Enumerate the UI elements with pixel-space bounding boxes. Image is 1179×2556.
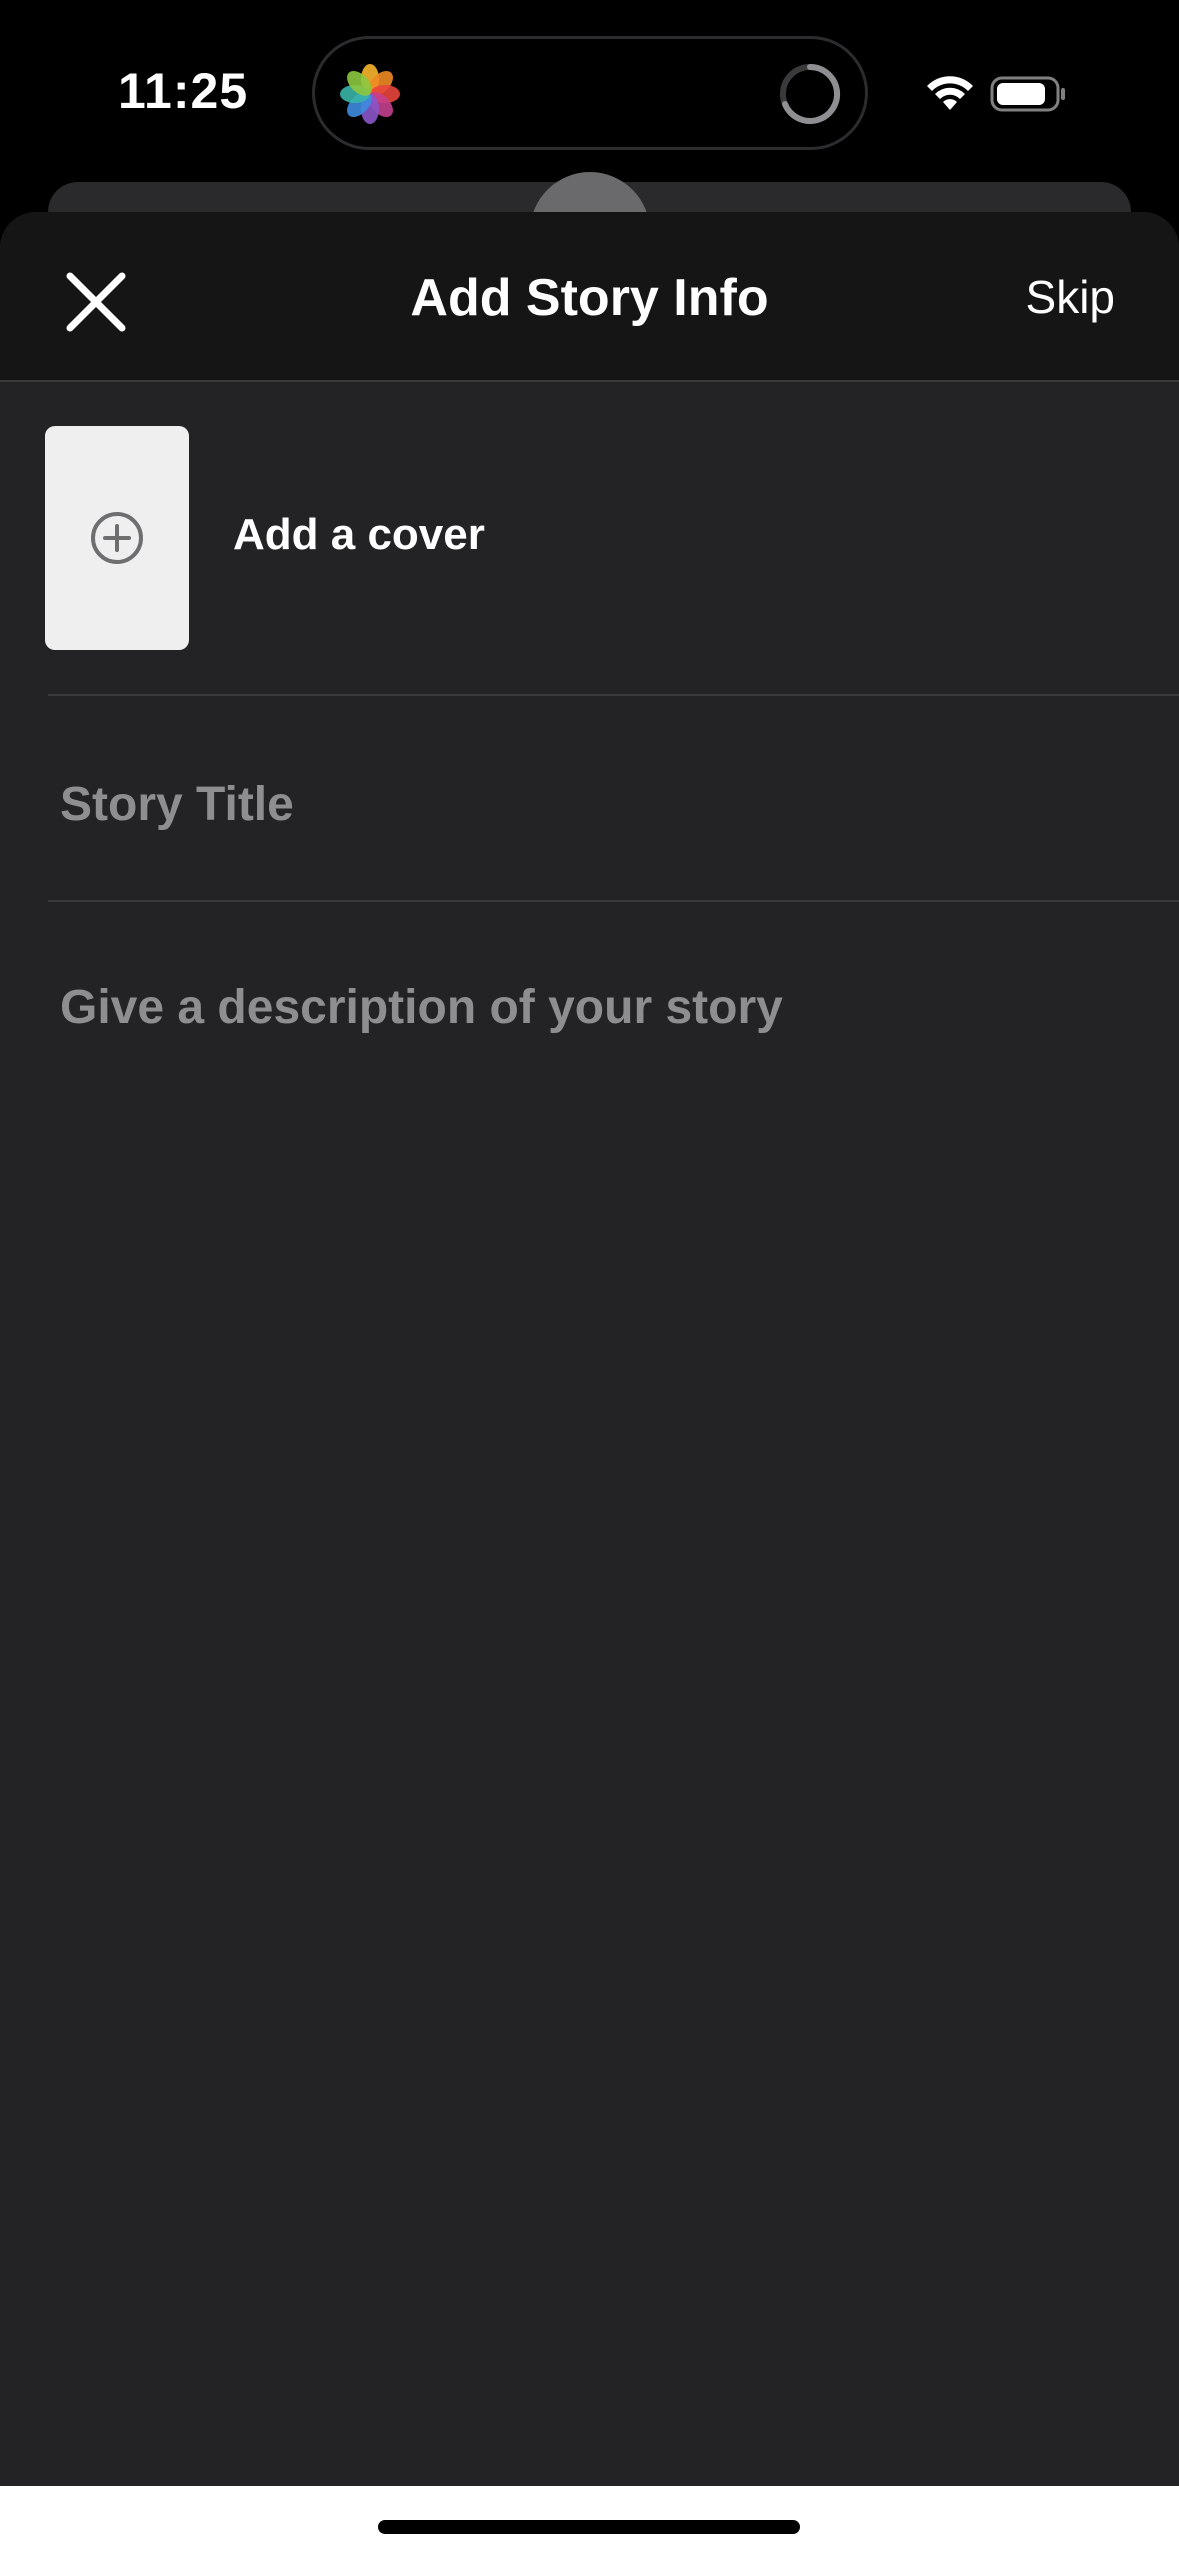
add-cover-label[interactable]: Add a cover — [233, 510, 485, 560]
add-cover-row[interactable]: Add a cover — [0, 382, 1179, 694]
activity-ring-icon — [780, 63, 841, 124]
home-indicator-area — [0, 2486, 1179, 2556]
divider — [48, 694, 1179, 696]
screen: 11:25 Add Story Info Skip Add a cover St… — [0, 0, 1179, 2556]
story-title-input[interactable] — [60, 764, 1140, 844]
page-title: Add Story Info — [410, 269, 769, 327]
add-story-info-sheet: Add Story Info Skip Add a cover — [0, 212, 1179, 2486]
home-indicator[interactable] — [378, 2520, 800, 2534]
status-bar: 11:25 — [0, 0, 1179, 190]
nav-bar: Add Story Info Skip — [0, 212, 1179, 382]
skip-button[interactable]: Skip — [1026, 270, 1115, 324]
dynamic-island[interactable] — [312, 36, 868, 150]
photos-icon — [340, 64, 400, 124]
battery-icon — [990, 76, 1065, 112]
status-time: 11:25 — [118, 63, 249, 119]
story-description-input[interactable] — [60, 968, 1140, 1048]
add-circle-icon — [91, 512, 143, 564]
wifi-icon — [927, 76, 973, 110]
divider — [48, 900, 1179, 902]
cover-placeholder[interactable] — [45, 426, 189, 650]
